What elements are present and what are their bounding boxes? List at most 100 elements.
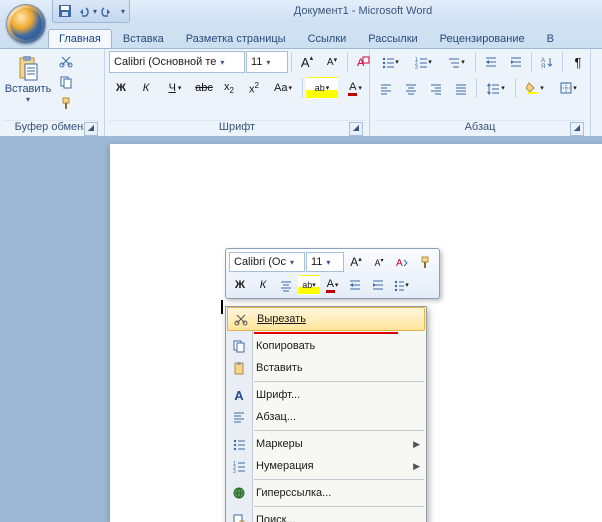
font-name-value: Calibri (Основной те — [114, 56, 216, 68]
font-size-combo[interactable]: 11▾ — [246, 51, 288, 73]
context-menu: Вырезать Копировать Вставить A Шрифт... … — [225, 306, 427, 522]
svg-text:3: 3 — [415, 65, 418, 69]
tab-mailings[interactable]: Рассылки — [357, 29, 428, 48]
ctx-cut-label: Вырезать — [257, 313, 306, 325]
paragraph-icon — [230, 408, 248, 426]
tab-view[interactable]: В — [536, 29, 565, 48]
change-case-button[interactable]: Aa▾ — [267, 77, 299, 99]
italic-button[interactable]: К — [134, 77, 158, 99]
tab-insert[interactable]: Вставка — [112, 29, 175, 48]
superscript-button[interactable]: x2 — [242, 77, 266, 99]
chevron-down-icon: ▾ — [216, 58, 228, 67]
undo-dropdown-icon[interactable]: ▾ — [93, 7, 97, 16]
copy-icon — [59, 75, 73, 89]
numbering-button[interactable]: 123▾ — [407, 51, 439, 73]
sort-button[interactable]: AЯ — [535, 51, 559, 73]
quick-access-toolbar: ▾ ▾ — [52, 0, 130, 23]
borders-button[interactable]: ▾ — [552, 77, 584, 99]
increase-indent-button[interactable] — [504, 51, 528, 73]
ctx-paste[interactable]: Вставить — [226, 357, 426, 379]
highlight-button[interactable]: ab▾ — [306, 77, 338, 99]
tab-page-layout[interactable]: Разметка страницы — [175, 29, 297, 48]
mini-center-button[interactable] — [275, 275, 297, 295]
window-title: Документ1 - Microsoft Word — [130, 5, 596, 17]
align-center-button[interactable] — [399, 77, 423, 99]
grow-font-button[interactable]: A▴ — [295, 51, 319, 73]
copy-button[interactable] — [56, 72, 76, 92]
ctx-bullets[interactable]: Маркеры ▶ — [226, 433, 426, 455]
tab-review[interactable]: Рецензирование — [429, 29, 536, 48]
group-paragraph: ▾ 123▾ ▾ AЯ ¶ ▾ — [370, 49, 591, 137]
ctx-copy-label: Копировать — [256, 340, 315, 352]
decrease-indent-button[interactable] — [479, 51, 503, 73]
font-name-combo[interactable]: Calibri (Основной те▾ — [109, 51, 245, 73]
ribbon: Вставить ▾ Буфер обмена◢ Calibri (Основн… — [0, 48, 602, 138]
paragraph-launcher-icon[interactable]: ◢ — [570, 122, 584, 136]
ctx-hyperlink-label: Гиперссылка... — [256, 487, 331, 499]
tab-references[interactable]: Ссылки — [297, 29, 358, 48]
shrink-font-button[interactable]: A▾ — [320, 51, 344, 73]
group-font-label: Шрифт◢ — [109, 120, 365, 137]
mini-grow-button[interactable]: A▴ — [345, 252, 367, 272]
mini-size-combo[interactable]: 11▾ — [306, 252, 344, 272]
scissors-icon — [59, 54, 73, 68]
font-color-button[interactable]: A▾ — [339, 77, 371, 99]
mini-increase-indent-button[interactable] — [367, 275, 389, 295]
mini-font-combo[interactable]: Calibri (Ос▾ — [229, 252, 305, 272]
redo-icon[interactable] — [99, 3, 115, 19]
mini-highlight-button[interactable]: ab▾ — [298, 275, 320, 295]
underline-button[interactable]: Ч▾ — [159, 77, 191, 99]
strike-button[interactable]: abc — [192, 77, 216, 99]
qat-customize-icon[interactable]: ▾ — [121, 7, 125, 16]
cut-button[interactable] — [56, 51, 76, 71]
chevron-down-icon: ▾ — [262, 58, 274, 67]
mini-bold-button[interactable]: Ж — [229, 275, 251, 295]
title-bar: ▾ ▾ Документ1 - Microsoft Word — [0, 0, 602, 22]
ribbon-tabs: Главная Вставка Разметка страницы Ссылки… — [0, 22, 602, 48]
mini-italic-button[interactable]: К — [252, 275, 274, 295]
ctx-paragraph[interactable]: Абзац... — [226, 406, 426, 428]
mini-bullets-button[interactable]: ▾ — [390, 275, 412, 295]
subscript-button[interactable]: x2 — [217, 77, 241, 99]
line-spacing-button[interactable]: ▾ — [480, 77, 512, 99]
ctx-search-label: Поиск... — [256, 514, 296, 522]
ctx-font[interactable]: A Шрифт... — [226, 384, 426, 406]
word-window: ▾ ▾ Документ1 - Microsoft Word Главная В… — [0, 0, 602, 522]
annotation-line — [254, 332, 398, 334]
ctx-font-label: Шрифт... — [256, 389, 300, 401]
ctx-hyperlink[interactable]: Гиперссылка... — [226, 482, 426, 504]
mini-painter-button[interactable] — [414, 252, 436, 272]
ctx-numbering[interactable]: 123 Нумерация ▶ — [226, 455, 426, 477]
multilevel-button[interactable]: ▾ — [440, 51, 472, 73]
align-left-button[interactable] — [374, 77, 398, 99]
mini-decrease-indent-button[interactable] — [344, 275, 366, 295]
font-icon: A — [230, 386, 248, 404]
show-marks-button[interactable]: ¶ — [566, 51, 590, 73]
clipboard-launcher-icon[interactable]: ◢ — [84, 122, 98, 136]
tab-home[interactable]: Главная — [48, 29, 112, 48]
scissors-icon — [232, 310, 250, 328]
office-button[interactable] — [6, 4, 46, 44]
shading-button[interactable]: ▾ — [519, 77, 551, 99]
paste-button[interactable]: Вставить ▾ — [4, 51, 52, 107]
mini-shrink-button[interactable]: A▾ — [368, 252, 390, 272]
mini-font-color-button[interactable]: A▾ — [321, 275, 343, 295]
format-painter-button[interactable] — [56, 93, 76, 113]
bullets-button[interactable]: ▾ — [374, 51, 406, 73]
bold-button[interactable]: Ж — [109, 77, 133, 99]
group-font: Calibri (Основной те▾ 11▾ A▴ A▾ A Ж К Ч▾… — [105, 49, 370, 137]
align-right-button[interactable] — [424, 77, 448, 99]
submenu-arrow-icon: ▶ — [413, 439, 420, 450]
justify-button[interactable] — [449, 77, 473, 99]
group-clipboard-label: Буфер обмена◢ — [4, 120, 100, 137]
undo-icon[interactable] — [75, 3, 91, 19]
font-launcher-icon[interactable]: ◢ — [349, 122, 363, 136]
save-icon[interactable] — [57, 3, 73, 19]
ctx-cut[interactable]: Вырезать — [227, 307, 425, 331]
ctx-search[interactable]: Поиск... — [226, 509, 426, 522]
paste-icon — [230, 359, 248, 377]
ctx-para-label: Абзац... — [256, 411, 296, 423]
mini-styles-button[interactable]: A — [391, 252, 413, 272]
ctx-copy[interactable]: Копировать — [226, 335, 426, 357]
svg-text:Я: Я — [541, 64, 545, 69]
